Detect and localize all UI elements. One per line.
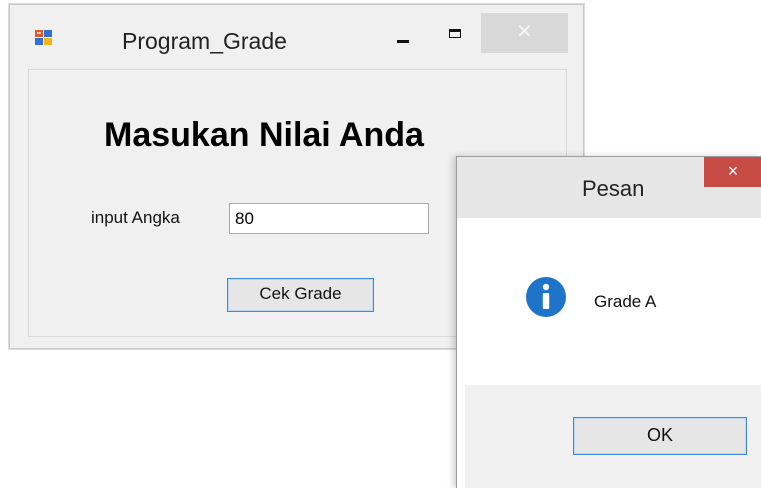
message-title-bar[interactable]: Pesan × — [457, 157, 761, 218]
close-icon[interactable]: ✕ — [481, 13, 568, 53]
number-input[interactable] — [229, 203, 429, 234]
window-title: Program_Grade — [122, 28, 287, 54]
minimize-icon[interactable] — [390, 27, 420, 47]
cek-grade-button[interactable]: Cek Grade — [227, 278, 374, 312]
info-icon — [526, 277, 566, 317]
input-label: input Angka — [91, 208, 180, 227]
ok-button[interactable]: OK — [573, 417, 747, 455]
close-icon[interactable]: × — [704, 157, 761, 187]
message-text: Grade A — [594, 292, 657, 311]
message-box: Pesan × Grade A OK — [456, 156, 761, 488]
app-form-icon — [35, 30, 52, 45]
title-bar[interactable]: Program_Grade ✕ — [10, 5, 583, 63]
form-heading: Masukan Nilai Anda — [104, 116, 424, 154]
message-title: Pesan — [582, 176, 645, 201]
maximize-icon[interactable] — [440, 23, 470, 47]
